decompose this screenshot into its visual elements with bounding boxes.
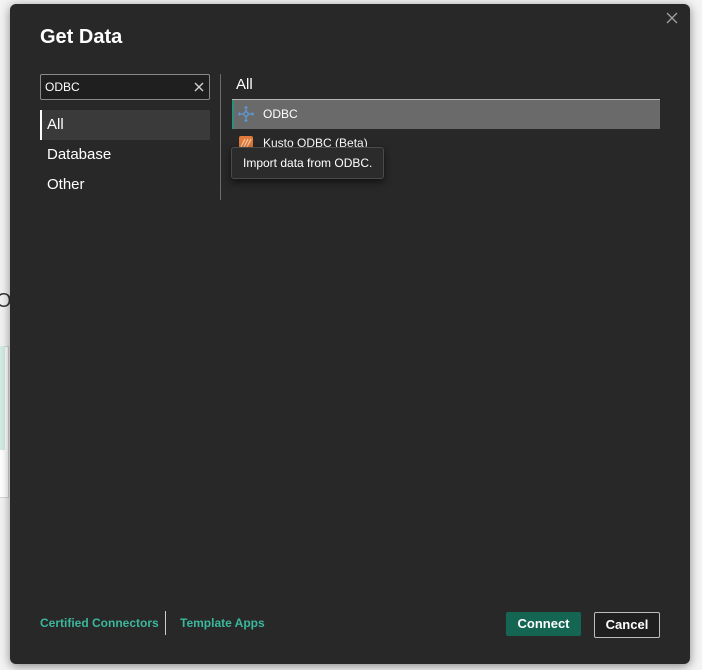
category-list: All Database Other <box>40 110 210 200</box>
dialog-title: Get Data <box>40 26 123 48</box>
clear-icon <box>194 82 204 92</box>
cancel-button[interactable]: Cancel <box>594 612 660 638</box>
category-all[interactable]: All <box>40 110 210 140</box>
connector-odbc[interactable]: ODBC <box>232 100 660 129</box>
search-box[interactable] <box>40 74 210 100</box>
panel-divider <box>220 74 221 200</box>
connector-list-header: All <box>236 76 253 93</box>
certified-connectors-link[interactable]: Certified Connectors <box>40 616 159 630</box>
footer-divider <box>165 611 166 635</box>
category-database[interactable]: Database <box>40 140 210 170</box>
category-label: All <box>47 116 64 133</box>
close-button[interactable] <box>664 10 680 26</box>
search-input[interactable] <box>45 78 185 96</box>
clear-search-button[interactable] <box>193 80 205 92</box>
category-other[interactable]: Other <box>40 170 210 200</box>
template-apps-link[interactable]: Template Apps <box>180 616 265 630</box>
close-icon <box>666 12 678 24</box>
connector-tooltip: Import data from ODBC. <box>231 147 385 179</box>
connect-button[interactable]: Connect <box>506 612 581 636</box>
background-card-accent <box>0 346 5 450</box>
category-label: Database <box>47 146 112 163</box>
odbc-icon <box>238 106 254 122</box>
get-data-dialog: Get Data All Database Other All <box>10 4 690 664</box>
connector-label: ODBC <box>263 107 298 121</box>
category-label: Other <box>47 176 85 193</box>
